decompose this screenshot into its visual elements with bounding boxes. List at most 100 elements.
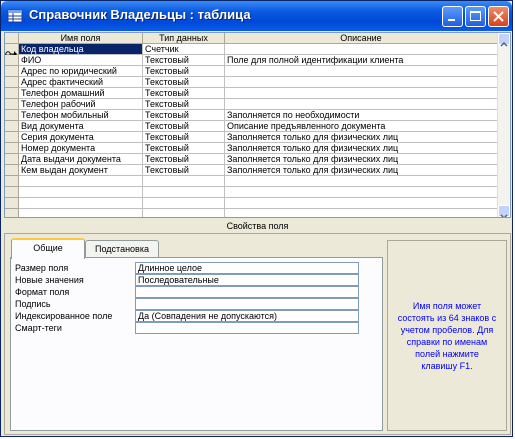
cell-field-name[interactable]: Дата выдачи документа [19, 154, 143, 165]
cell-data-type[interactable] [143, 187, 225, 198]
property-value-field[interactable]: Последовательные [135, 274, 359, 286]
help-text: Имя поля может состоять из 64 знаков с у… [397, 300, 497, 371]
row-selector[interactable] [5, 165, 19, 176]
cell-data-type[interactable]: Текстовый [143, 132, 225, 143]
window-title: Справочник Владельцы : таблица [29, 7, 251, 22]
grid-corner [5, 33, 19, 44]
cell-data-type[interactable]: Текстовый [143, 165, 225, 176]
cell-description[interactable] [225, 99, 498, 110]
cell-field-name[interactable]: Телефон мобильный [19, 110, 143, 121]
minimize-icon [448, 19, 455, 21]
cell-data-type[interactable] [143, 209, 225, 217]
property-value-field[interactable] [135, 322, 359, 334]
cell-description[interactable]: Заполняется только для физических лиц [225, 132, 498, 143]
cell-field-name[interactable]: Кем выдан документ [19, 165, 143, 176]
property-value-field[interactable]: Длинное целое [135, 262, 359, 274]
header-data-type[interactable]: Тип данных [143, 33, 225, 44]
cell-field-name[interactable]: Номер документа [19, 143, 143, 154]
cell-data-type[interactable] [143, 176, 225, 187]
cell-description[interactable] [225, 209, 498, 217]
tab-lookup[interactable]: Подстановка [85, 240, 159, 258]
cell-data-type[interactable]: Текстовый [143, 143, 225, 154]
field-properties-pane: Общие Подстановка Размер поля Длинное цел… [4, 233, 511, 435]
cell-description[interactable] [225, 198, 498, 209]
tab-general[interactable]: Общие [11, 238, 85, 259]
property-value-field[interactable]: Да (Совпадения не допускаются) [135, 310, 359, 322]
cell-data-type[interactable]: Счетчик [143, 44, 225, 55]
cell-field-name[interactable] [19, 209, 143, 217]
property-label: Смарт-теги [15, 323, 62, 333]
scroll-up-button[interactable] [498, 33, 510, 47]
row-selector[interactable] [5, 187, 19, 198]
table-design-window: Справочник Владельцы : таблица Имя поля … [0, 0, 513, 437]
row-selector[interactable] [5, 44, 19, 57]
cell-description[interactable] [225, 187, 498, 198]
cell-data-type[interactable]: Текстовый [143, 154, 225, 165]
chevron-down-icon [500, 214, 508, 217]
row-selector[interactable] [5, 55, 19, 66]
cell-field-name[interactable]: Код владельца [19, 44, 143, 55]
cell-field-name[interactable] [19, 198, 143, 209]
cell-description[interactable] [225, 176, 498, 187]
cell-field-name[interactable]: Адрес по юридический [19, 66, 143, 77]
row-selector[interactable] [5, 132, 19, 143]
cell-data-type[interactable]: Текстовый [143, 77, 225, 88]
cell-field-name[interactable]: ФИО [19, 55, 143, 66]
cell-description[interactable]: Поле для полной идентификации клиента [225, 55, 498, 66]
cell-description[interactable] [225, 77, 498, 88]
property-label: Размер поля [15, 263, 69, 273]
vertical-scrollbar[interactable] [497, 33, 510, 217]
cell-description[interactable] [225, 66, 498, 77]
cell-data-type[interactable]: Текстовый [143, 66, 225, 77]
row-selector[interactable] [5, 66, 19, 77]
scroll-down-button[interactable] [498, 205, 510, 217]
maximize-icon [470, 11, 481, 21]
row-selector[interactable] [5, 143, 19, 154]
cell-description[interactable]: Заполняется только для физических лиц [225, 154, 498, 165]
cell-field-name[interactable]: Серия документа [19, 132, 143, 143]
close-icon [493, 11, 504, 22]
cell-data-type[interactable] [143, 198, 225, 209]
row-selector[interactable] [5, 176, 19, 187]
cell-description[interactable]: Заполняется только для физических лиц [225, 165, 498, 176]
cell-data-type[interactable]: Текстовый [143, 110, 225, 121]
property-value-field[interactable] [135, 298, 359, 310]
property-label: Формат поля [15, 287, 70, 297]
row-selector[interactable] [5, 88, 19, 99]
property-label: Новые значения [15, 275, 84, 285]
cell-field-name[interactable]: Телефон рабочий [19, 99, 143, 110]
cell-description[interactable]: Описание предъявленного документа [225, 121, 498, 132]
property-value-field[interactable] [135, 286, 359, 298]
cell-description[interactable]: Заполняется по необходимости [225, 110, 498, 121]
cell-description[interactable] [225, 44, 498, 55]
cell-description[interactable] [225, 88, 498, 99]
field-properties-title: Свойства поля [226, 221, 289, 231]
chevron-up-icon [500, 41, 508, 47]
row-selector[interactable] [5, 77, 19, 88]
cell-data-type[interactable]: Текстовый [143, 88, 225, 99]
title-bar[interactable]: Справочник Владельцы : таблица [1, 1, 512, 31]
header-field-name[interactable]: Имя поля [19, 33, 143, 44]
row-selector[interactable] [5, 99, 19, 110]
general-properties-panel: Размер поля Длинное целое Новые значения По… [10, 257, 383, 431]
minimize-button[interactable] [442, 6, 463, 27]
cell-field-name[interactable] [19, 176, 143, 187]
row-selector[interactable] [5, 110, 19, 121]
cell-field-name[interactable]: Вид документа [19, 121, 143, 132]
property-label: Индексированное поле [15, 311, 113, 321]
table-icon [7, 9, 23, 23]
header-description[interactable]: Описание [225, 33, 498, 44]
cell-field-name[interactable]: Адрес фактический [19, 77, 143, 88]
cell-field-name[interactable] [19, 187, 143, 198]
cell-data-type[interactable]: Текстовый [143, 55, 225, 66]
cell-data-type[interactable]: Текстовый [143, 99, 225, 110]
row-selector[interactable] [5, 198, 19, 209]
maximize-button[interactable] [465, 6, 486, 27]
cell-description[interactable]: Заполняется только для физических лиц [225, 143, 498, 154]
row-selector[interactable] [5, 154, 19, 165]
cell-data-type[interactable]: Текстовый [143, 121, 225, 132]
row-selector[interactable] [5, 209, 19, 217]
cell-field-name[interactable]: Телефон домашний [19, 88, 143, 99]
close-button[interactable] [488, 6, 509, 27]
row-selector[interactable] [5, 121, 19, 132]
